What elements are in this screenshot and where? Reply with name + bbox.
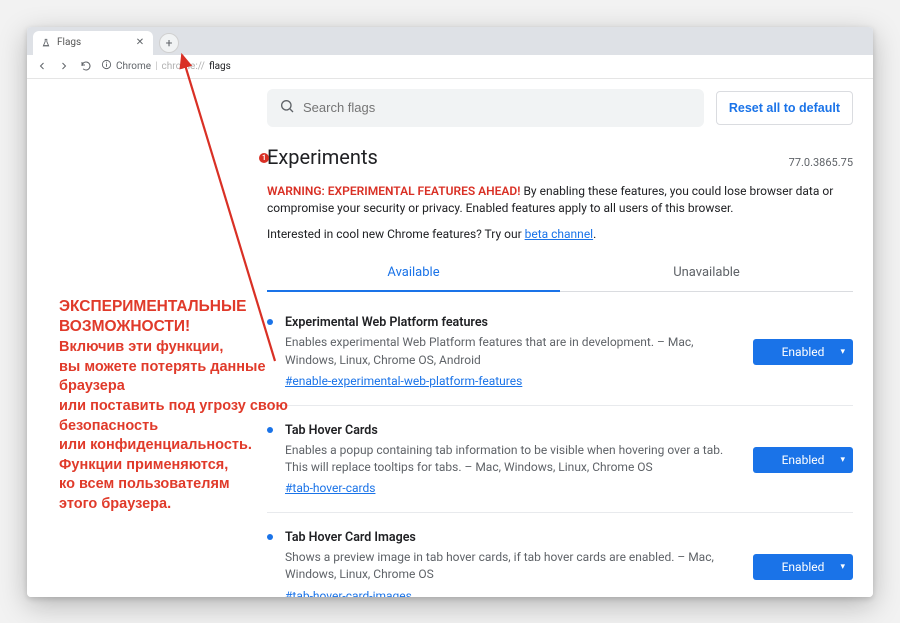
warning-label: WARNING: EXPERIMENTAL FEATURES AHEAD! (267, 184, 520, 198)
address-chip: Chrome (116, 61, 151, 72)
page-title: Experiments (267, 145, 378, 169)
url-prefix: chrome:// (162, 61, 205, 72)
reset-all-button[interactable]: Reset all to default (716, 91, 853, 125)
address-divider: | (155, 61, 157, 72)
version-label: 77.0.3865.75 (789, 156, 853, 169)
flag-description: Enables a popup containing tab informati… (285, 442, 741, 477)
browser-toolbar: Chrome | chrome:// flags (27, 55, 873, 79)
browser-tab[interactable]: Flags ✕ (33, 31, 153, 55)
flag-row: Tab Hover Cards Enables a popup containi… (267, 406, 853, 513)
search-icon (279, 98, 295, 118)
beta-pre: Interested in cool new Chrome features? … (267, 227, 525, 241)
close-tab-icon[interactable]: ✕ (135, 38, 145, 48)
search-input[interactable] (303, 100, 692, 115)
flag-row: Tab Hover Card Images Shows a preview im… (267, 513, 853, 597)
flag-title: Experimental Web Platform features (285, 314, 741, 332)
new-tab-button[interactable]: + (159, 33, 179, 53)
flask-icon (41, 38, 51, 48)
back-button[interactable] (35, 59, 49, 73)
flag-state-select[interactable]: Enabled (753, 339, 853, 365)
search-flags-field[interactable] (267, 89, 704, 127)
tab-unavailable[interactable]: Unavailable (560, 255, 853, 291)
address-bar[interactable]: Chrome | chrome:// flags (101, 59, 865, 73)
flag-hash-link[interactable]: #tab-hover-cards (285, 480, 375, 497)
flag-description: Enables experimental Web Platform featur… (285, 334, 741, 369)
flag-title: Tab Hover Cards (285, 422, 741, 440)
flag-state-select[interactable]: Enabled (753, 447, 853, 473)
flag-bullet-icon (267, 319, 273, 325)
beta-channel-link[interactable]: beta channel (525, 227, 593, 241)
site-info-icon[interactable] (101, 59, 112, 73)
warning-text: WARNING: EXPERIMENTAL FEATURES AHEAD! By… (267, 183, 853, 218)
tab-strip: Flags ✕ + (27, 27, 873, 55)
tab-available[interactable]: Available (267, 255, 560, 292)
flag-description: Shows a preview image in tab hover cards… (285, 549, 741, 584)
beta-line: Interested in cool new Chrome features? … (267, 227, 853, 241)
beta-post: . (593, 227, 596, 241)
flag-hash-link[interactable]: #tab-hover-card-images (285, 588, 412, 597)
flag-title: Tab Hover Card Images (285, 529, 741, 547)
browser-window: Flags ✕ + Chrome | chrome:// flags (27, 27, 873, 597)
url-path: flags (209, 61, 231, 72)
forward-button[interactable] (57, 59, 71, 73)
reload-button[interactable] (79, 59, 93, 73)
tab-title: Flags (57, 37, 129, 48)
flag-row: Experimental Web Platform features Enabl… (267, 298, 853, 405)
flag-bullet-icon (267, 534, 273, 540)
flags-tabs: Available Unavailable (267, 255, 853, 292)
page-content: Reset all to default Experiments 77.0.38… (27, 79, 873, 597)
flags-list: Experimental Web Platform features Enabl… (267, 298, 853, 596)
flag-bullet-icon (267, 427, 273, 433)
flag-hash-link[interactable]: #enable-experimental-web-platform-featur… (285, 373, 522, 390)
flag-state-select[interactable]: Enabled (753, 554, 853, 580)
